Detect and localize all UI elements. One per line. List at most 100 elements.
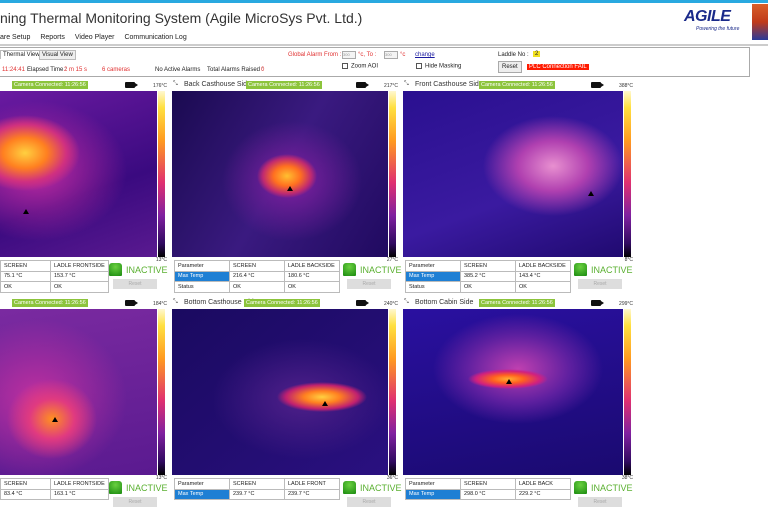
panel-reset-button[interactable]: Reset: [347, 497, 391, 507]
column-header: LADLE FRONTSIDE: [50, 260, 109, 272]
total-alarms-value: 0: [261, 67, 265, 73]
menu-bar: are Setup Reports Video Player Communica…: [0, 32, 187, 43]
scale-min-temp: 8°C: [624, 257, 633, 263]
panel-reset-button[interactable]: Reset: [347, 279, 391, 289]
menu-video-player[interactable]: Video Player: [75, 32, 115, 43]
expand-icon[interactable]: ⤡: [173, 81, 178, 88]
reset-button[interactable]: Reset: [498, 61, 522, 73]
column-header: Parameter: [405, 260, 461, 272]
table-cell[interactable]: Max Temp: [405, 488, 461, 500]
plc-status: PLC Connection FAIL: [527, 64, 589, 70]
table-row: Status OK OK: [405, 281, 571, 293]
thermal-image[interactable]: [172, 91, 388, 257]
temperature-table: Parameter SCREEN LADLE FRONT Max Temp 239.7 …: [174, 478, 340, 500]
tab-visual-view[interactable]: Visual View: [39, 50, 76, 60]
table-cell[interactable]: OK: [50, 281, 109, 293]
total-alarms-label: Total Alarms Raised :: [207, 67, 264, 73]
table-cell[interactable]: 75.1 °C: [0, 270, 51, 282]
table-cell[interactable]: 385.2 °C: [460, 270, 516, 282]
table-cell[interactable]: OK: [0, 281, 51, 293]
panel-reset-button[interactable]: Reset: [113, 279, 157, 289]
panel-reset-button[interactable]: Reset: [578, 279, 622, 289]
column-header: SCREEN: [229, 260, 285, 272]
hotspot-marker: [287, 186, 293, 191]
table-cell[interactable]: OK: [284, 281, 340, 293]
expand-icon[interactable]: ⤡: [404, 81, 409, 88]
expand-icon[interactable]: ⤡: [173, 299, 178, 306]
table-cell[interactable]: OK: [460, 281, 516, 293]
video-camera-icon[interactable]: [125, 300, 138, 306]
scale-min-temp: 38°C: [621, 475, 633, 481]
camera-status-badge: Camera Connected: 11:26:56: [479, 81, 555, 89]
thermal-image[interactable]: [0, 309, 157, 475]
panel-header: ⤡ Bottom Cabin Side Camera Connected: 11:2…: [403, 298, 633, 309]
table-cell[interactable]: OK: [515, 281, 571, 293]
temperature-table: Parameter SCREEN LADLE BACK Max Temp 298.0 °…: [405, 478, 571, 500]
thermal-image[interactable]: [0, 91, 157, 257]
table-cell[interactable]: Status: [405, 281, 461, 293]
video-camera-icon[interactable]: [356, 300, 369, 306]
video-camera-icon[interactable]: [356, 82, 369, 88]
change-link[interactable]: change: [415, 52, 435, 58]
hide-masking-checkbox[interactable]: Hide Masking: [416, 63, 461, 70]
video-camera-icon[interactable]: [591, 300, 604, 306]
table-header-row: Parameter SCREEN LADLE BACKSIDE: [405, 260, 571, 272]
tab-thermal-view[interactable]: Thermal View: [0, 50, 43, 59]
table-row: Max Temp 239.7 °C 239.7 °C: [174, 488, 340, 500]
expand-icon[interactable]: ⤡: [404, 299, 409, 306]
camera-panel: Camera Connected: 11:26:56 184°C 13°C SCREE…: [0, 298, 168, 508]
panel-header: ⤡ Front Casthouse Side Camera Connected: 1…: [403, 80, 633, 91]
table-cell[interactable]: Status: [174, 281, 230, 293]
menu-hardware-setup[interactable]: are Setup: [0, 32, 30, 43]
zoom-aoi-checkbox[interactable]: Zoom AOI: [342, 63, 378, 70]
video-camera-icon[interactable]: [125, 82, 138, 88]
scale-max-temp: 184°C: [153, 301, 167, 307]
table-row: 83.4 °C 163.1 °C: [0, 488, 109, 500]
table-cell[interactable]: Max Temp: [174, 270, 230, 282]
alarm-light-icon: [343, 263, 356, 276]
table-cell[interactable]: 143.4 °C: [515, 270, 571, 282]
alarm-to-stepper[interactable]: 300: [384, 51, 398, 59]
panel-reset-button[interactable]: Reset: [578, 497, 622, 507]
menu-reports[interactable]: Reports: [40, 32, 65, 43]
clock: 11:24:41: [2, 67, 25, 73]
temperature-table: SCREEN LADLE FRONTSIDE 75.1 °C 153.7 °C OK OK: [0, 260, 109, 293]
panel-header: Camera Connected: 11:26:56 176°C: [0, 80, 167, 91]
thermal-image[interactable]: [403, 91, 623, 257]
column-header: LADLE FRONTSIDE: [50, 478, 109, 490]
table-cell[interactable]: Max Temp: [405, 270, 461, 282]
table-cell[interactable]: 163.1 °C: [50, 488, 109, 500]
table-cell[interactable]: 298.0 °C: [460, 488, 516, 500]
toolbar: Thermal View Visual View 11:24:41 Elapse…: [0, 47, 750, 77]
table-cell[interactable]: 239.7 °C: [284, 488, 340, 500]
alarm-from-stepper[interactable]: 300: [342, 51, 356, 59]
temperature-table: Parameter SCREEN LADLE BACKSIDE Max Temp 216…: [174, 260, 340, 293]
table-cell[interactable]: OK: [229, 281, 285, 293]
divider: [0, 44, 768, 46]
menu-communication-log[interactable]: Communication Log: [124, 32, 186, 43]
panel-reset-button[interactable]: Reset: [113, 497, 157, 507]
alarm-unit: °c: [400, 52, 406, 58]
table-cell[interactable]: 216.4 °C: [229, 270, 285, 282]
thermal-image[interactable]: [172, 309, 388, 475]
hotspot-marker: [506, 379, 512, 384]
thermal-image[interactable]: [403, 309, 623, 475]
table-cell[interactable]: 83.4 °C: [0, 488, 51, 500]
alarm-state: INACTIVE: [591, 265, 633, 275]
column-header: Parameter: [174, 260, 230, 272]
partner-logo: [752, 4, 768, 40]
column-header: SCREEN: [0, 260, 51, 272]
video-camera-icon[interactable]: [591, 82, 604, 88]
table-cell[interactable]: 153.7 °C: [50, 270, 109, 282]
table-cell[interactable]: 180.6 °C: [284, 270, 340, 282]
alarm-state: INACTIVE: [126, 483, 168, 493]
table-cell[interactable]: Max Temp: [174, 488, 230, 500]
table-cell[interactable]: 229.2 °C: [515, 488, 571, 500]
hotspot-marker: [52, 417, 58, 422]
temperature-color-scale: [624, 91, 631, 257]
table-header-row: Parameter SCREEN LADLE BACKSIDE: [174, 260, 340, 272]
agile-logo: AGILE Powering the future: [684, 8, 740, 32]
table-cell[interactable]: 239.7 °C: [229, 488, 285, 500]
laddle-value: 2: [533, 51, 541, 57]
column-header: Parameter: [174, 478, 230, 490]
